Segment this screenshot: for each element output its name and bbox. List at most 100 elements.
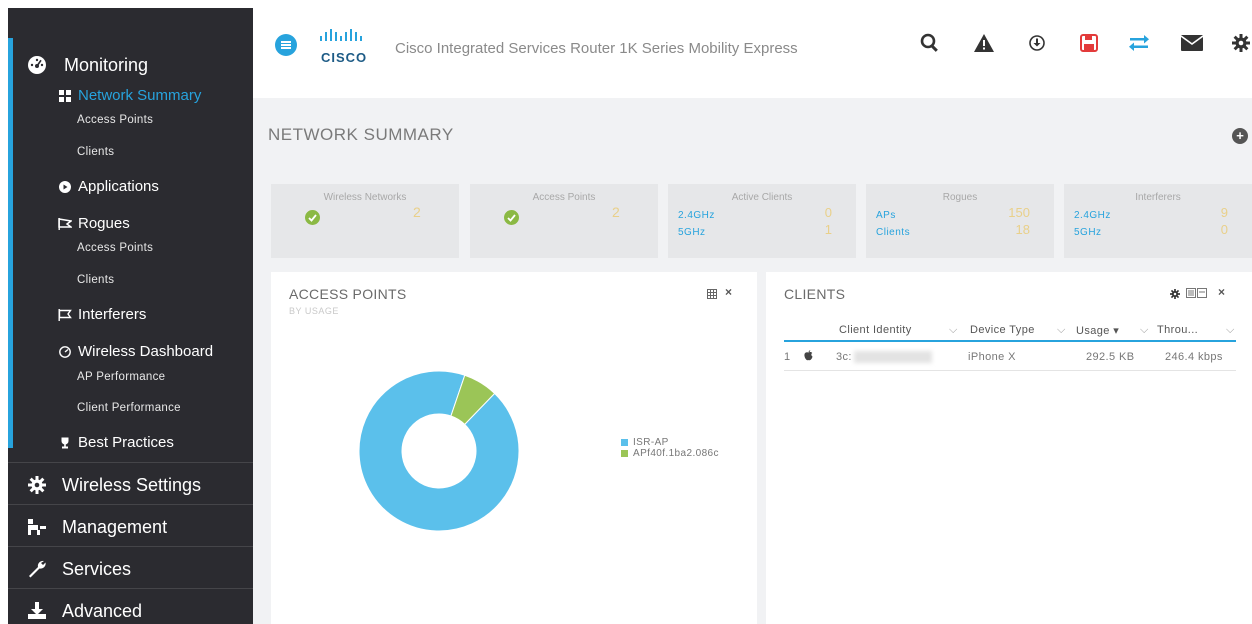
- header: CISCO Cisco Integrated Services Router 1…: [253, 0, 1252, 98]
- download-circle-icon[interactable]: [1024, 30, 1050, 56]
- nav-wireless-dashboard-label: Wireless Dashboard: [78, 343, 214, 360]
- chevron-down-icon[interactable]: ⌵: [1226, 324, 1235, 337]
- nav-services-label: Services: [62, 558, 132, 579]
- tile-row-label: 2.4GHz: [678, 210, 715, 221]
- grid-icon: [58, 89, 72, 103]
- client-identity-text: 3c:: [836, 351, 852, 363]
- nav-rogues-label: Rogues: [78, 215, 130, 232]
- apple-icon: [804, 350, 813, 364]
- legend-item: APf40f.1ba2.086c: [621, 448, 719, 459]
- column-usage-label: Usage: [1076, 325, 1110, 337]
- tile-row-label: Clients: [876, 227, 911, 238]
- tile-label: Rogues: [942, 192, 978, 203]
- nav-wireless-settings[interactable]: Wireless Settings: [26, 474, 253, 496]
- export-icon[interactable]: [1186, 288, 1208, 302]
- client-identity[interactable]: 3c:: [836, 351, 932, 364]
- legend-label: ISR-AP: [633, 437, 669, 448]
- legend-swatch: [621, 439, 628, 446]
- sidebar: Monitoring Network Summary Access Points…: [8, 8, 253, 624]
- row-index: 1: [784, 351, 791, 363]
- device-type: iPhone X: [968, 351, 1016, 363]
- divider: [8, 588, 253, 589]
- cisco-logo: CISCO: [317, 28, 381, 65]
- chart-legend: ISR-AP APf40f.1ba2.086c: [621, 437, 719, 459]
- tile-row-value: 0: [1220, 222, 1228, 237]
- nav-interferers-label: Interferers: [78, 306, 147, 323]
- nav-wireless-settings-label: Wireless Settings: [62, 474, 202, 495]
- tile-row-label: 2.4GHz: [1074, 210, 1111, 221]
- page-title: NETWORK SUMMARY: [268, 125, 454, 144]
- divider: [8, 504, 253, 505]
- dashboard-icon: [58, 345, 72, 359]
- sitemap-icon: [26, 516, 48, 538]
- nav-applications-label: Applications: [78, 178, 159, 195]
- plus-circle-icon[interactable]: +: [1232, 128, 1248, 144]
- tile-row-label: 5GHz: [678, 227, 706, 238]
- mail-icon[interactable]: [1179, 30, 1205, 56]
- gear-icon[interactable]: [1228, 30, 1252, 56]
- access-points-panel: ACCESS POINTS BY USAGE × ISR-AP APf40f.1…: [271, 272, 757, 624]
- column-usage[interactable]: Usage ▾: [1076, 324, 1119, 337]
- nav-ns-clients[interactable]: Clients: [77, 146, 114, 158]
- divider: [8, 546, 253, 547]
- save-icon[interactable]: [1076, 30, 1102, 56]
- column-device-type[interactable]: Device Type: [970, 324, 1035, 336]
- donut-slice-isr-ap[interactable]: [358, 370, 520, 532]
- tile-label: Wireless Networks: [323, 192, 407, 203]
- nav-applications[interactable]: Applications: [58, 178, 159, 195]
- tile-row-label: APs: [876, 210, 896, 221]
- cisco-logo-text: CISCO: [321, 50, 368, 65]
- nav-management[interactable]: Management: [26, 516, 253, 538]
- nav-advanced[interactable]: Advanced: [26, 600, 253, 622]
- dashboard-gauge-icon: [26, 54, 48, 76]
- column-throughput[interactable]: Throu...: [1157, 324, 1198, 336]
- tile-rogues[interactable]: Rogues APs 150 Clients 18: [866, 184, 1054, 258]
- nav-best-practices[interactable]: Best Practices: [58, 434, 174, 451]
- nav-network-summary[interactable]: Network Summary: [58, 87, 201, 104]
- transfer-icon[interactable]: [1126, 30, 1152, 56]
- app-title: Cisco Integrated Services Router 1K Seri…: [395, 40, 798, 57]
- nav-rogues[interactable]: Rogues: [58, 215, 130, 232]
- tile-value: 2: [413, 204, 421, 220]
- nav-ap-performance[interactable]: AP Performance: [77, 371, 165, 383]
- search-icon[interactable]: [917, 30, 943, 56]
- chevron-down-icon[interactable]: ⌵: [1057, 324, 1066, 337]
- interferer-flag-icon: [58, 308, 72, 322]
- nav-rogues-clients[interactable]: Clients: [77, 274, 114, 286]
- tile-access-points[interactable]: Access Points 2: [470, 184, 658, 258]
- tile-row-value: 0: [824, 205, 832, 220]
- main-content: NETWORK SUMMARY + Wireless Networks 2 Ac…: [253, 98, 1252, 624]
- gear-icon[interactable]: [1170, 288, 1180, 302]
- trophy-icon: [58, 436, 72, 450]
- tile-wireless-networks[interactable]: Wireless Networks 2: [271, 184, 459, 258]
- legend-item: ISR-AP: [621, 437, 719, 448]
- tile-active-clients[interactable]: Active Clients 2.4GHz 0 5GHz 1: [668, 184, 856, 258]
- throughput: 246.4 kbps: [1165, 351, 1223, 363]
- chevron-down-icon[interactable]: ⌵: [949, 324, 958, 337]
- legend-swatch: [621, 450, 628, 457]
- table-row-divider: [784, 370, 1236, 371]
- active-section-indicator: [8, 38, 13, 448]
- nav-rogues-access-points[interactable]: Access Points: [77, 242, 153, 254]
- close-icon[interactable]: ×: [1218, 285, 1225, 299]
- nav-client-performance[interactable]: Client Performance: [77, 402, 181, 414]
- nav-wireless-dashboard[interactable]: Wireless Dashboard: [58, 343, 213, 360]
- tile-row-value: 1: [824, 222, 832, 237]
- hamburger-menu-icon[interactable]: [275, 34, 297, 56]
- nav-interferers[interactable]: Interferers: [58, 306, 146, 323]
- column-client-identity[interactable]: Client Identity: [839, 324, 912, 336]
- nav-monitoring[interactable]: Monitoring: [26, 54, 253, 76]
- sort-desc-icon: ▾: [1113, 325, 1120, 337]
- check-circle-icon: [305, 210, 320, 225]
- tile-row-label: 5GHz: [1074, 227, 1102, 238]
- tile-value: 2: [612, 204, 620, 220]
- table-header-underline: [784, 340, 1236, 342]
- chevron-down-icon[interactable]: ⌵: [1140, 324, 1149, 337]
- nav-services[interactable]: Services: [26, 558, 253, 580]
- nav-ns-access-points[interactable]: Access Points: [77, 114, 153, 126]
- tile-label: Active Clients: [731, 192, 793, 203]
- tile-label: Access Points: [532, 192, 596, 203]
- clients-panel: CLIENTS × Client Identity ⌵ Device Type …: [766, 272, 1252, 624]
- tile-interferers[interactable]: Interferers 2.4GHz 9 5GHz 0: [1064, 184, 1252, 258]
- alert-triangle-icon[interactable]: [971, 30, 997, 56]
